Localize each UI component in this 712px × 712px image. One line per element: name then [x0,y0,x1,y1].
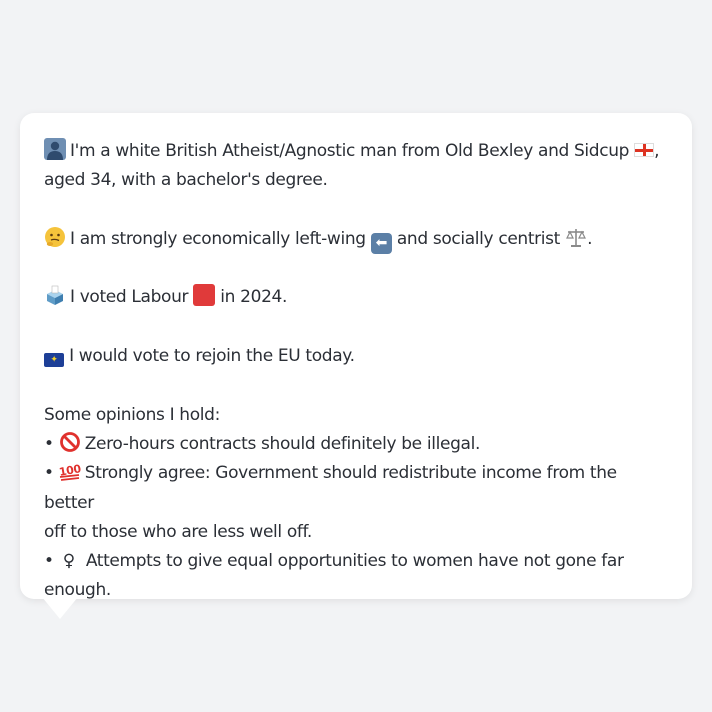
opinion-text-continued: off to those who are less well off. [44,521,312,542]
intro-line-2: aged 34, with a bachelor's degree. [44,170,328,191]
bullet: • [44,433,54,454]
hundred-points-icon: 100 [59,462,81,482]
prohibited-icon [59,432,80,452]
politics-line: I am strongly economically left-wing ⬅ a… [44,225,668,254]
female-sign-icon: ♀ [62,551,75,572]
ballot-box-icon [47,286,63,306]
opinions-heading: Some opinions I hold: [44,404,220,425]
england-flag-icon [634,143,655,157]
opinion-text: Zero-hours contracts should definitely b… [84,433,481,454]
opinion-item: • ♀ Attempts to give equal opportunities… [44,547,668,576]
balance-scale-icon [566,228,587,247]
profile-message-bubble: I'm a white British Atheist/Agnostic man… [20,113,692,600]
intro-line: I'm a white British Atheist/Agnostic man… [44,137,668,166]
opinion-item: • Zero-hours contracts should definitely… [44,430,668,459]
opinion-text-continued: enough. [44,580,111,601]
opinion-item: • 100 Strongly agree: Government should … [44,459,668,518]
intro-comma: , [654,141,660,161]
vote-text-a: I voted Labour [70,287,189,308]
intro-text: I'm a white British Atheist/Agnostic man… [70,141,630,161]
bubble-tail [42,597,78,619]
politics-text-a: I am strongly economically left-wing [70,228,366,249]
eu-flag-icon: ✦ [44,353,64,368]
left-arrow-icon: ⬅ [370,232,392,254]
opinion-text: Attempts to give equal opportunities to … [85,551,624,572]
vote-line: I voted Labour in 2024. [44,283,668,312]
opinion-text: Strongly agree: Government should redist… [44,463,617,513]
eu-text: I would vote to rejoin the EU today. [69,346,355,367]
politics-text-b: and socially centrist [396,228,561,249]
vote-text-b: in 2024. [220,287,288,308]
bullet: • [44,551,54,572]
politics-period: . [587,228,593,249]
thinking-face-icon [45,226,65,247]
bust-in-silhouette-icon [44,138,66,160]
bullet: • [44,463,54,484]
eu-line: ✦ I would vote to rejoin the EU today. [44,342,668,371]
red-square-icon [193,284,216,307]
